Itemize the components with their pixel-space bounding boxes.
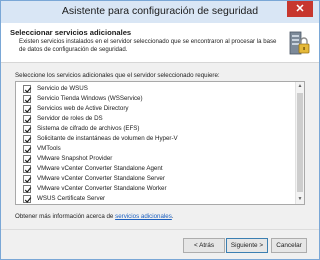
list-item[interactable]: VMware vCenter Converter Standalone Agen… [16,164,296,174]
list-item[interactable]: Solicitante de instantáneas de volumen d… [16,134,296,144]
cancel-button[interactable]: Cancelar [271,238,307,253]
checkbox[interactable] [23,115,32,123]
next-button[interactable]: Siguiente > [226,238,268,253]
list-item-label: WSUS Certificate Server [37,195,106,202]
list-item[interactable]: VMware vCenter Converter Standalone Serv… [16,174,296,184]
close-button[interactable]: ✕ [287,1,313,17]
list-item-label: Servidor de roles de DS [37,115,103,122]
list-item[interactable]: VMware vCenter Converter Standalone Work… [16,184,296,194]
checkbox[interactable] [23,155,32,163]
list-item-label: Servicios web de Active Directory [37,105,129,112]
more-info-prefix: Obtener más información acerca de [15,213,116,220]
services-listbox[interactable]: Servicio de WSUS Servicio Tienda Windows… [15,81,305,205]
list-item-label: Servicio Tienda Windows (WSService) [37,95,143,102]
checkbox[interactable] [23,185,32,193]
list-item-label: VMTools [37,145,61,152]
list-item-label: VMware vCenter Converter Standalone Agen… [37,165,163,172]
checkbox[interactable] [23,135,32,143]
checkbox[interactable] [23,175,32,183]
list-item[interactable]: Servicio Tienda Windows (WSService) [16,94,296,104]
list-item[interactable]: Servicio de WSUS [16,84,296,94]
page-title: Seleccionar servicios adicionales [10,28,132,37]
list-item-label: Sistema de cifrado de archivos (EFS) [37,125,140,132]
title-bar[interactable]: Asistente para configuración de segurida… [1,1,319,23]
page-description: Existen servicios instalados en el servi… [19,38,277,53]
list-item-label: VMware vCenter Converter Standalone Work… [37,185,167,192]
list-scrollbar[interactable]: ▲ ▼ [295,82,304,204]
checkbox[interactable] [23,85,32,93]
checkbox[interactable] [23,125,32,133]
list-item[interactable]: VMTools [16,144,296,154]
scroll-down-icon[interactable]: ▼ [296,195,304,204]
list-item[interactable]: Sistema de cifrado de archivos (EFS) [16,124,296,134]
server-security-icon [287,31,311,57]
checkbox[interactable] [23,165,32,173]
list-item-label: Solicitante de instantáneas de volumen d… [37,135,178,142]
wizard-header: Seleccionar servicios adicionales Existe… [1,23,319,63]
more-info-suffix: . [171,213,174,220]
checkbox[interactable] [23,105,32,113]
services-list-label: Seleccione los servicios adicionales que… [15,72,220,79]
checkbox[interactable] [23,195,32,203]
footer-divider [1,229,319,230]
list-item[interactable]: Servidor de roles de DS [16,114,296,124]
additional-services-link[interactable]: servicios adicionales [115,213,172,220]
wizard-window: Asistente para configuración de segurida… [0,0,320,260]
window-title: Asistente para configuración de segurida… [61,5,259,17]
list-item[interactable]: VMware Snapshot Provider [16,154,296,164]
scroll-up-icon[interactable]: ▲ [296,82,304,91]
checkbox[interactable] [23,95,32,103]
list-item[interactable]: WSUS Certificate Server [16,194,296,204]
back-button[interactable]: < Atrás [183,238,225,253]
list-item[interactable]: Servicios web de Active Directory [16,104,296,114]
scroll-thumb[interactable] [297,93,303,192]
checkbox[interactable] [23,145,32,153]
list-item-label: VMware Snapshot Provider [37,155,113,162]
list-item-label: Servicio de WSUS [37,85,88,92]
list-item-label: VMware vCenter Converter Standalone Serv… [37,175,165,182]
more-info-text: Obtener más información acerca de servic… [15,213,174,220]
